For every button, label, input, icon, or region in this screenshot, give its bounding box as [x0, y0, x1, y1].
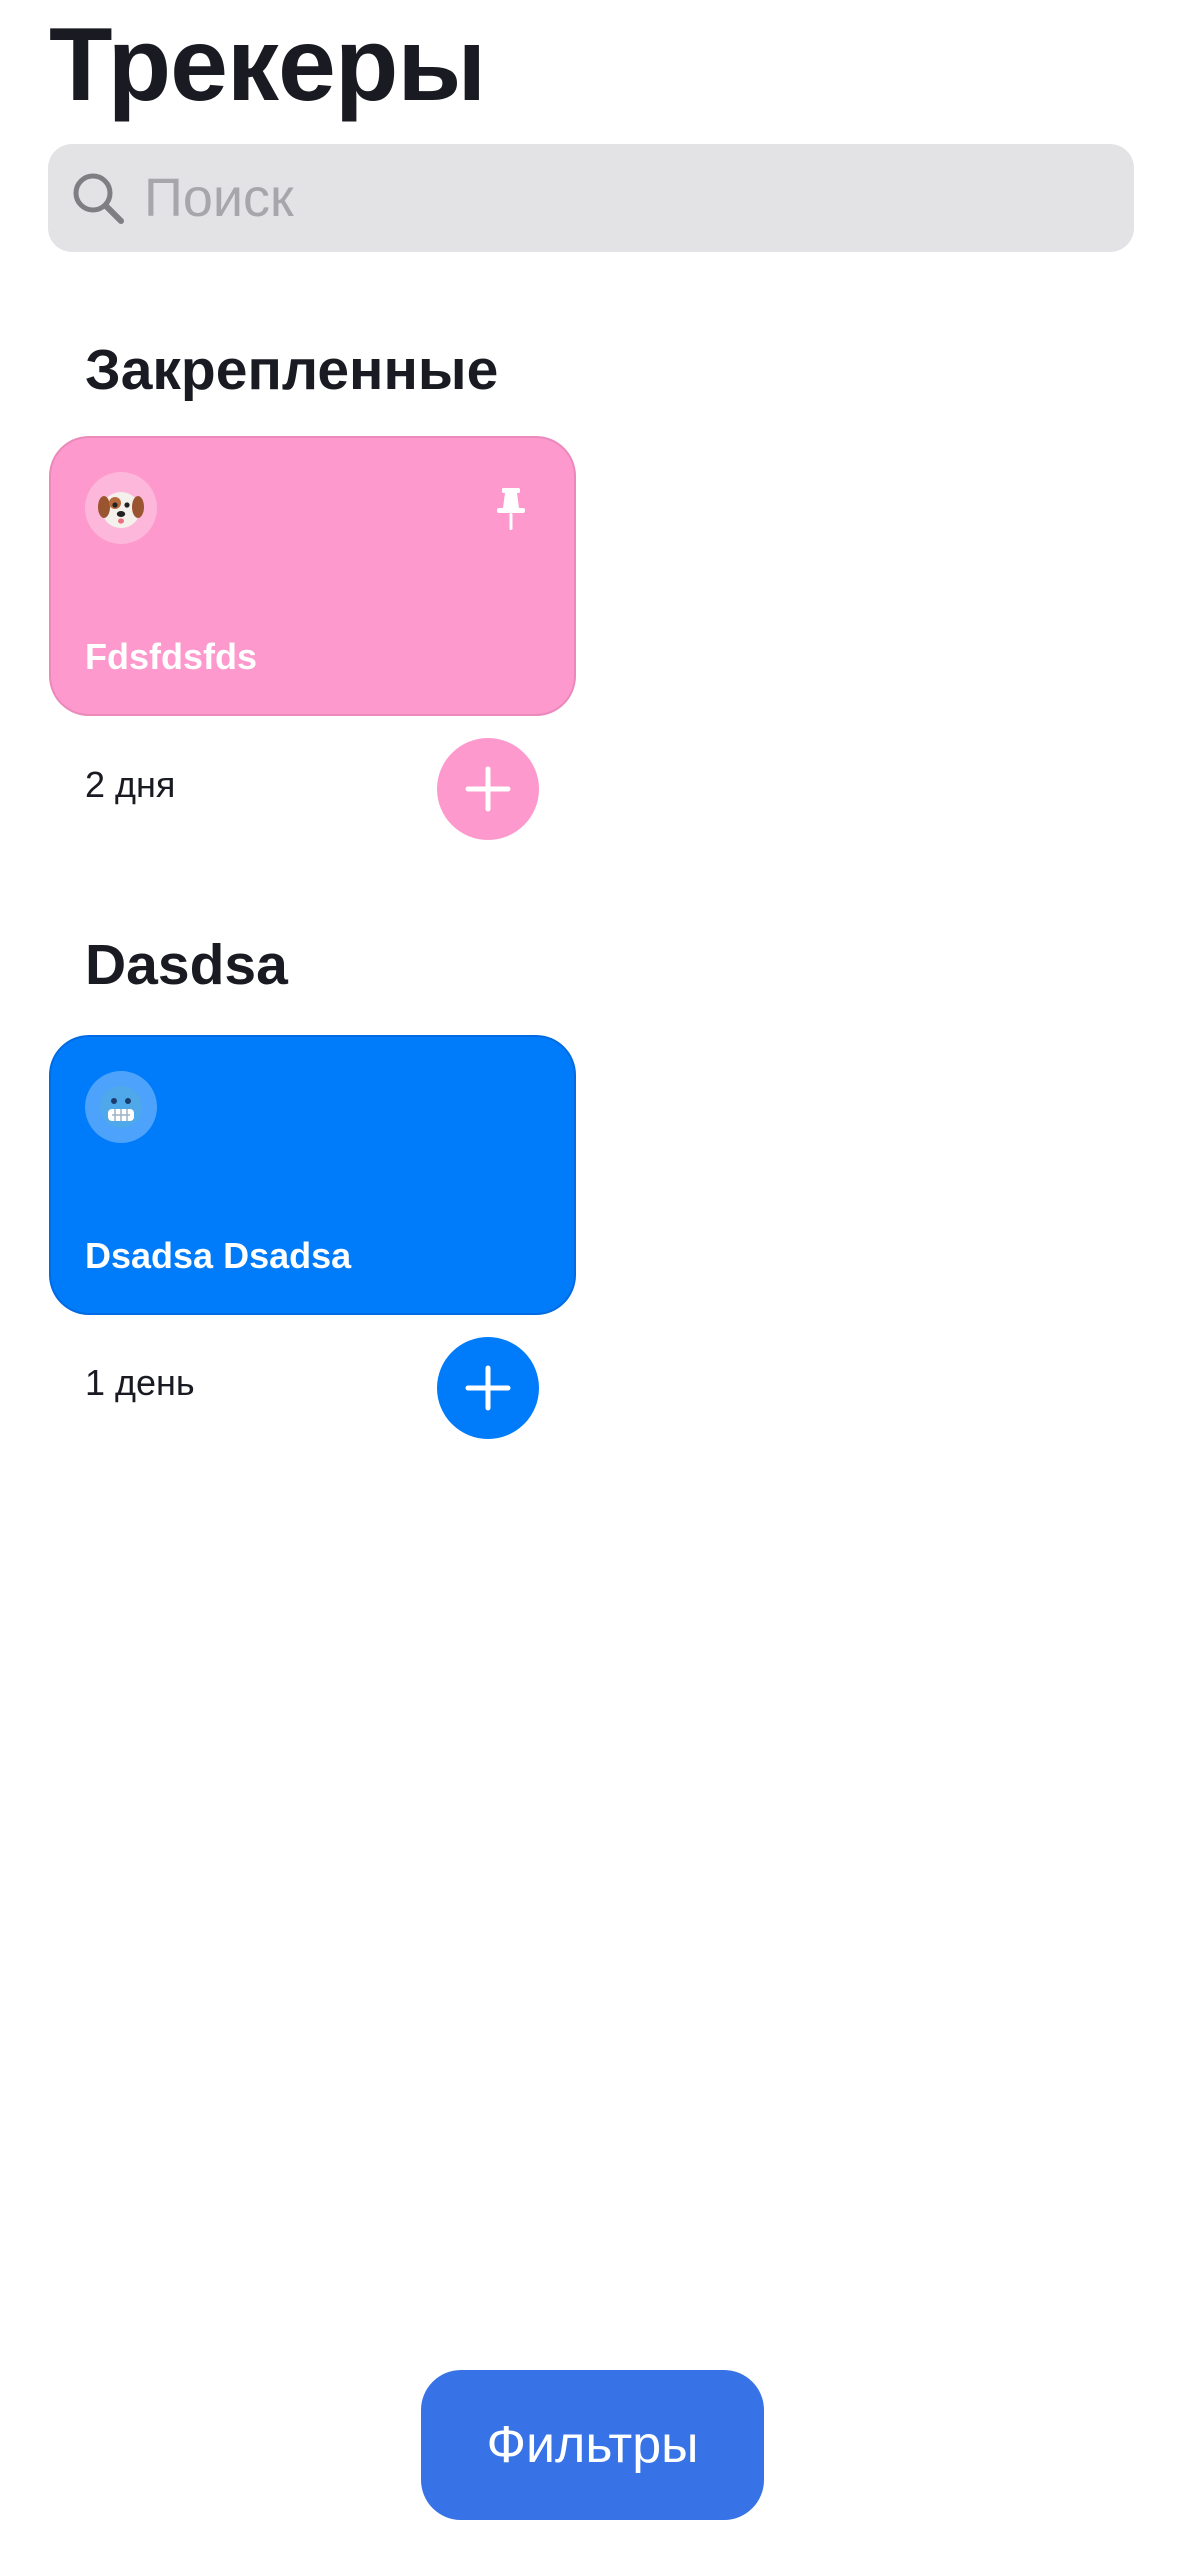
- tracker-emoji: [85, 1071, 157, 1143]
- plus-icon: [465, 766, 511, 812]
- tracker-card[interactable]: Fdsfdsfds: [49, 436, 576, 716]
- tracker-name: Fdsfdsfds: [85, 636, 258, 677]
- page-title: Трекеры: [49, 7, 486, 123]
- tracker-emoji: [85, 472, 157, 544]
- pin-icon: [497, 488, 525, 530]
- add-record-button[interactable]: [437, 738, 539, 840]
- tracker-card[interactable]: Dsadsa Dsadsa: [49, 1035, 576, 1315]
- section-header-category: Dasdsa: [85, 933, 288, 997]
- trackers-screen: Трекеры Закрепленные: [0, 0, 1179, 2556]
- search-icon: [73, 173, 124, 224]
- dog-face-icon: [98, 492, 144, 528]
- add-record-button[interactable]: [437, 1337, 539, 1439]
- section-header-pinned: Закрепленные: [85, 338, 499, 402]
- cold-face-icon: [100, 1086, 142, 1128]
- plus-icon: [465, 1365, 511, 1411]
- filters-button[interactable]: Фильтры: [421, 2370, 764, 2520]
- search-bar[interactable]: [48, 144, 1134, 252]
- tracker-day-count: 1 день: [85, 1362, 195, 1403]
- search-input[interactable]: [144, 167, 1134, 229]
- tracker-day-count: 2 дня: [85, 764, 176, 805]
- tracker-name: Dsadsa Dsadsa: [85, 1235, 352, 1276]
